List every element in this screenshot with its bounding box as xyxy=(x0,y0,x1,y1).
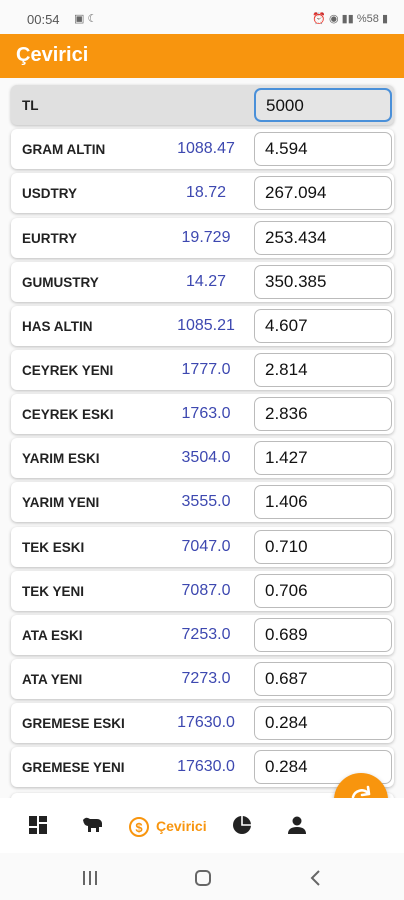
converted-value-input[interactable]: 350.385 xyxy=(254,265,392,299)
bottom-nav: $ Çevirici xyxy=(0,798,404,853)
base-currency-label: TL xyxy=(22,98,39,113)
list-item: EURTRY 19.729 253.434 xyxy=(11,218,394,258)
converted-value-input[interactable]: 2.836 xyxy=(254,397,392,431)
back-icon[interactable] xyxy=(308,869,324,887)
signal-icons: ⏰ ◉ ▮▮ xyxy=(312,13,357,25)
converted-value-input[interactable]: 1.406 xyxy=(254,485,392,519)
converted-value-input[interactable]: 4.607 xyxy=(254,309,392,343)
currency-label: USDTRY xyxy=(22,186,78,201)
currency-label: TEK YENI xyxy=(22,584,85,599)
converted-value-input[interactable]: 0.284 xyxy=(254,706,392,740)
currency-exchange-icon: $ xyxy=(129,817,149,837)
currency-label: GRAM ALTIN xyxy=(22,142,106,157)
list-item: YARIM ESKI 3504.0 1.427 xyxy=(11,438,394,478)
base-currency-row: TL 5000 xyxy=(11,85,394,125)
currency-label: GUMUSTRY xyxy=(22,275,99,290)
list-item: ATA ESKI 7253.0 0.689 xyxy=(11,615,394,655)
svg-text:$: $ xyxy=(135,820,143,835)
page-title: Çevirici xyxy=(16,44,89,66)
currency-rate: 18.72 xyxy=(185,184,227,201)
base-amount-input[interactable]: 5000 xyxy=(254,88,392,122)
currency-label: HAS ALTIN xyxy=(22,319,93,334)
list-item: YARIM YENI 3555.0 1.406 xyxy=(11,482,394,522)
status-right: ⏰ ◉ ▮▮ %58 ▮ xyxy=(312,12,388,25)
list-item: GRAM ALTIN 1088.47 4.594 xyxy=(11,129,394,169)
converted-value-input[interactable]: 2.814 xyxy=(254,353,392,387)
nav-portfolio[interactable] xyxy=(231,814,253,838)
currency-label: ATA YENI xyxy=(22,672,83,687)
battery-level: %58 xyxy=(356,13,379,25)
converted-value-input[interactable]: 0.687 xyxy=(254,662,392,696)
list-item: GUMUSTRY 14.27 350.385 xyxy=(11,262,394,302)
currency-label: ATA ESKI xyxy=(22,628,83,643)
currency-rate: 1085.21 xyxy=(177,317,235,334)
home-icon[interactable] xyxy=(193,868,213,888)
currency-label: YARIM YENI xyxy=(22,495,100,510)
converted-value-input[interactable]: 253.434 xyxy=(254,221,392,255)
status-time: 00:54 xyxy=(27,12,60,27)
converted-value-input[interactable]: 0.710 xyxy=(254,530,392,564)
nav-converter-label: Çevirici xyxy=(156,818,207,834)
list-item: TEK ESKI 7047.0 0.710 xyxy=(11,527,394,567)
converted-value-input[interactable]: 4.594 xyxy=(254,132,392,166)
list-item: TEK YENI 7087.0 0.706 xyxy=(11,571,394,611)
nav-dashboard[interactable] xyxy=(27,814,49,838)
list-item: HAS ALTIN 1085.21 4.607 xyxy=(11,306,394,346)
currency-label: EURTRY xyxy=(22,231,78,246)
currency-rate: 14.27 xyxy=(185,273,227,290)
currency-rate: 1088.47 xyxy=(177,140,235,157)
currency-label: CEYREK ESKI xyxy=(22,407,114,422)
list-item: USDTRY 18.72 267.094 xyxy=(11,173,394,213)
currency-rate: 19.729 xyxy=(181,229,231,246)
list-item: CEYREK YENI 1777.0 2.814 xyxy=(11,350,394,390)
currency-rate: 3504.0 xyxy=(181,449,231,466)
currency-label: GREMESE ESKI xyxy=(22,716,125,731)
currency-rate: 17630.0 xyxy=(177,758,235,775)
currency-label: GREMESE YENI xyxy=(22,760,125,775)
currency-rate: 1777.0 xyxy=(181,361,231,378)
currency-label: TEK ESKI xyxy=(22,540,85,555)
notification-icons: ▣ ☾ xyxy=(74,13,98,25)
pie-chart-icon xyxy=(233,816,251,834)
dashboard-icon xyxy=(29,816,47,834)
nav-converter[interactable]: $ Çevirici xyxy=(126,814,207,838)
currency-rate: 7253.0 xyxy=(181,626,231,643)
recent-apps-icon[interactable] xyxy=(80,869,100,887)
conversion-list[interactable]: TL 5000 GRAM ALTIN 1088.47 4.594 USDTRY … xyxy=(0,80,404,798)
list-item: ATA YENI 7273.0 0.687 xyxy=(11,659,394,699)
currency-rate: 3555.0 xyxy=(181,493,231,510)
converted-value-input[interactable]: 267.094 xyxy=(254,176,392,210)
list-item: CEYREK ESKI 1763.0 2.836 xyxy=(11,394,394,434)
converted-value-input[interactable]: 0.689 xyxy=(254,618,392,652)
converted-value-input[interactable]: 0.706 xyxy=(254,574,392,608)
person-icon xyxy=(288,816,306,834)
currency-label: YARIM ESKI xyxy=(22,451,100,466)
currency-label: CEYREK YENI xyxy=(22,363,114,378)
status-bar: 00:54 ▣ ☾ ⏰ ◉ ▮▮ %58 ▮ xyxy=(0,0,404,34)
battery-icon: ▮ xyxy=(381,13,388,25)
currency-rate: 7087.0 xyxy=(181,582,231,599)
currency-rate: 7273.0 xyxy=(181,670,231,687)
converted-value-input[interactable]: 1.427 xyxy=(254,441,392,475)
nav-profile[interactable] xyxy=(286,814,308,838)
system-nav-bar xyxy=(0,853,404,900)
currency-rate: 7047.0 xyxy=(181,538,231,555)
currency-rate: 17630.0 xyxy=(177,714,235,731)
nav-market[interactable] xyxy=(80,814,104,838)
app-bar: Çevirici xyxy=(0,34,404,78)
list-item: GREMESE ESKI 17630.0 0.284 xyxy=(11,703,394,743)
currency-rate: 1763.0 xyxy=(181,405,231,422)
bull-icon xyxy=(83,817,102,832)
